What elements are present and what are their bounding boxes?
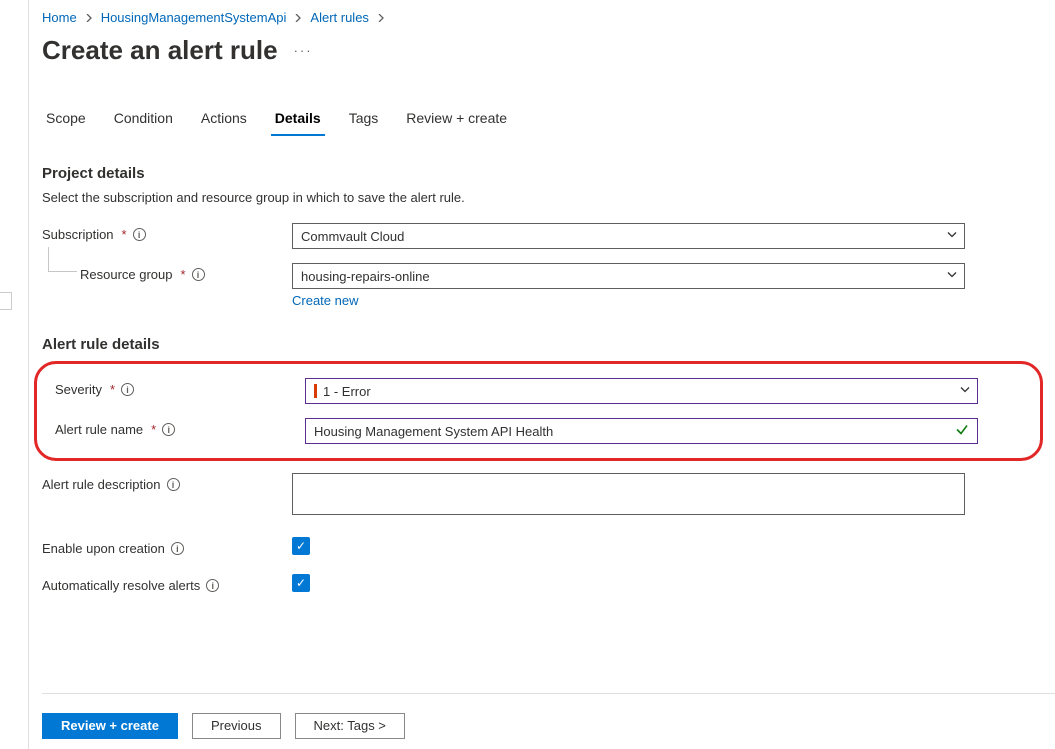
tabs: Scope Condition Actions Details Tags Rev… bbox=[42, 104, 1035, 137]
chevron-right-icon bbox=[377, 14, 385, 22]
breadcrumb: Home HousingManagementSystemApi Alert ru… bbox=[42, 0, 1035, 29]
severity-select[interactable]: 1 - Error bbox=[305, 378, 978, 404]
breadcrumb-home[interactable]: Home bbox=[42, 10, 77, 25]
alert-rule-name-value: Housing Management System API Health bbox=[314, 424, 553, 439]
alert-rule-description-label: Alert rule description bbox=[42, 477, 161, 492]
required-indicator: * bbox=[151, 422, 156, 437]
tab-review-create[interactable]: Review + create bbox=[402, 104, 511, 136]
required-indicator: * bbox=[181, 267, 186, 282]
subscription-value: Commvault Cloud bbox=[301, 229, 404, 244]
required-indicator: * bbox=[122, 227, 127, 242]
breadcrumb-alert-rules[interactable]: Alert rules bbox=[310, 10, 369, 25]
tab-tags[interactable]: Tags bbox=[345, 104, 383, 136]
highlighted-region: Severity * i 1 - Error Alert rule name * bbox=[34, 361, 1043, 461]
breadcrumb-resource[interactable]: HousingManagementSystemApi bbox=[101, 10, 287, 25]
more-menu-button[interactable]: ··· bbox=[294, 43, 313, 58]
project-details-description: Select the subscription and resource gro… bbox=[42, 190, 1035, 205]
resource-group-value: housing-repairs-online bbox=[301, 269, 430, 284]
info-icon[interactable]: i bbox=[133, 228, 146, 241]
next-button[interactable]: Next: Tags > bbox=[295, 713, 405, 739]
resource-group-label: Resource group bbox=[80, 267, 173, 282]
tab-scope[interactable]: Scope bbox=[42, 104, 90, 136]
severity-value: 1 - Error bbox=[323, 384, 371, 399]
create-new-link[interactable]: Create new bbox=[292, 293, 358, 308]
review-create-button[interactable]: Review + create bbox=[42, 713, 178, 739]
checkmark-icon: ✓ bbox=[296, 576, 306, 590]
info-icon[interactable]: i bbox=[162, 423, 175, 436]
alert-rule-name-input[interactable]: Housing Management System API Health bbox=[305, 418, 978, 444]
resource-group-select[interactable]: housing-repairs-online bbox=[292, 263, 965, 289]
chevron-right-icon bbox=[294, 14, 302, 22]
alert-rule-details-heading: Alert rule details bbox=[42, 336, 1035, 353]
previous-button[interactable]: Previous bbox=[192, 713, 281, 739]
project-details-heading: Project details bbox=[42, 165, 1035, 182]
tab-actions[interactable]: Actions bbox=[197, 104, 251, 136]
subscription-select[interactable]: Commvault Cloud bbox=[292, 223, 965, 249]
info-icon[interactable]: i bbox=[171, 542, 184, 555]
checkmark-icon bbox=[955, 423, 969, 440]
enable-upon-creation-checkbox[interactable]: ✓ bbox=[292, 537, 310, 555]
chevron-down-icon bbox=[959, 384, 971, 399]
auto-resolve-label: Automatically resolve alerts bbox=[42, 578, 200, 593]
chevron-right-icon bbox=[85, 14, 93, 22]
tab-condition[interactable]: Condition bbox=[110, 104, 177, 136]
info-icon[interactable]: i bbox=[121, 383, 134, 396]
chevron-down-icon bbox=[946, 269, 958, 284]
subscription-label: Subscription bbox=[42, 227, 114, 242]
alert-rule-description-input[interactable] bbox=[292, 473, 965, 515]
auto-resolve-checkbox[interactable]: ✓ bbox=[292, 574, 310, 592]
enable-upon-creation-label: Enable upon creation bbox=[42, 541, 165, 556]
page-title: Create an alert rule bbox=[42, 35, 278, 66]
severity-indicator-icon bbox=[314, 384, 317, 398]
collapse-panel-handle[interactable] bbox=[0, 292, 12, 310]
info-icon[interactable]: i bbox=[206, 579, 219, 592]
severity-label: Severity bbox=[55, 382, 102, 397]
info-icon[interactable]: i bbox=[167, 478, 180, 491]
info-icon[interactable]: i bbox=[192, 268, 205, 281]
tab-details[interactable]: Details bbox=[271, 104, 325, 136]
required-indicator: * bbox=[110, 382, 115, 397]
alert-rule-name-label: Alert rule name bbox=[55, 422, 143, 437]
checkmark-icon: ✓ bbox=[296, 539, 306, 553]
chevron-down-icon bbox=[946, 229, 958, 244]
